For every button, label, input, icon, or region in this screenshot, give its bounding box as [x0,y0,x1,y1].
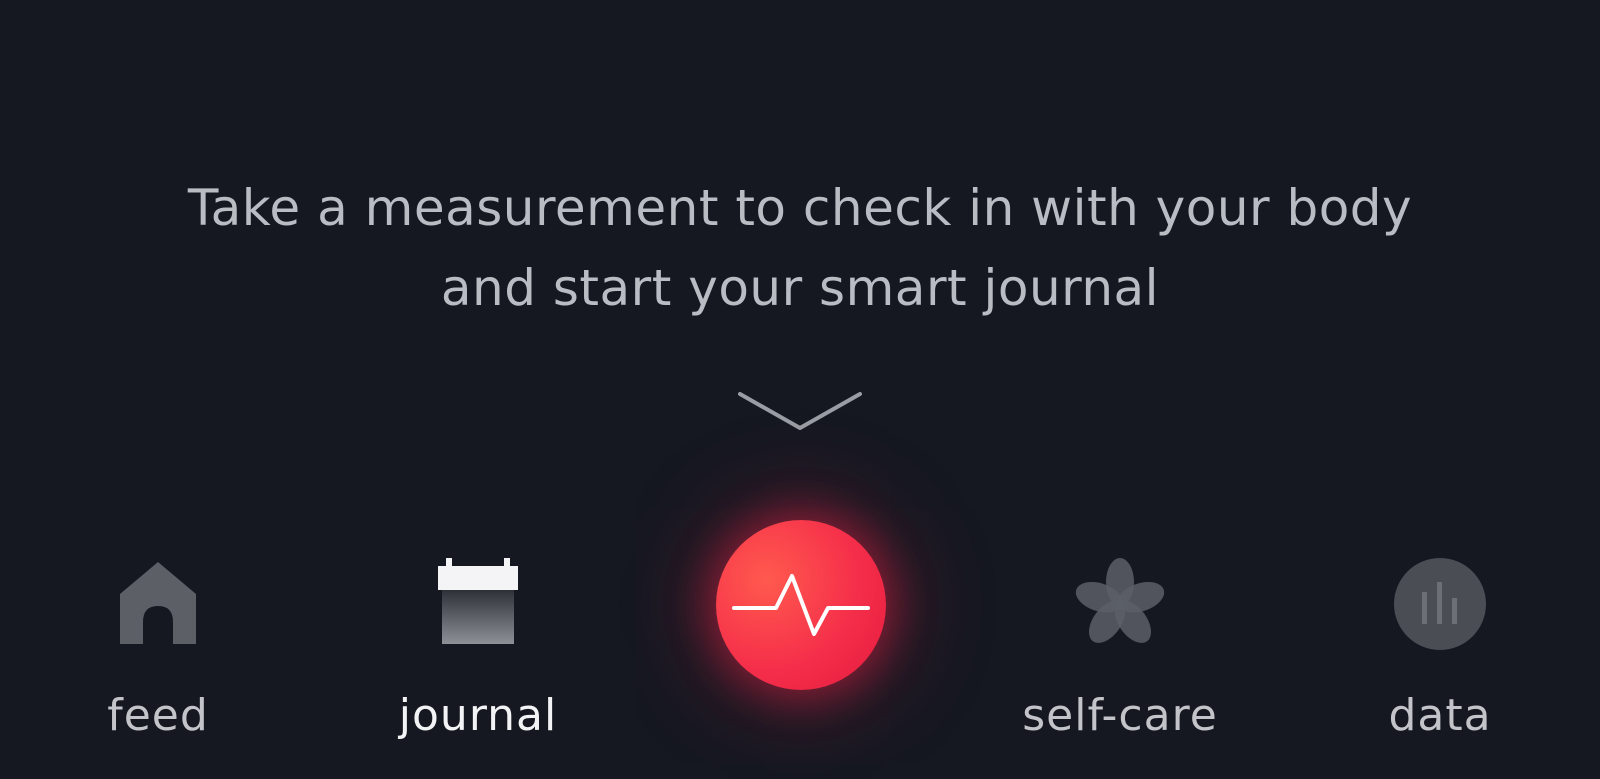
tab-self-care[interactable]: self-care [990,500,1250,760]
flower-icon [1075,558,1165,643]
tab-data-label: data [1388,690,1492,741]
prompt-line-2: and start your smart journal [440,259,1160,317]
measurement-screen: Take a measurement to check in with your… [0,0,1600,779]
measurement-prompt: Take a measurement to check in with your… [0,168,1600,328]
heartbeat-pulse-icon [732,574,870,636]
tab-self-care-label: self-care [1022,690,1218,741]
bar-chart-icon [1394,558,1486,650]
calendar-icon [438,558,518,644]
take-measurement-button[interactable] [716,520,886,690]
chevron-down-icon [738,392,862,430]
home-icon [120,562,196,644]
tab-data[interactable]: data [1310,500,1570,760]
tab-journal-label: journal [398,690,558,741]
tab-feed-label: feed [107,690,209,741]
prompt-line-1: Take a measurement to check in with your… [187,179,1413,237]
tab-journal[interactable]: journal [348,500,608,760]
tab-feed[interactable]: feed [28,500,288,760]
